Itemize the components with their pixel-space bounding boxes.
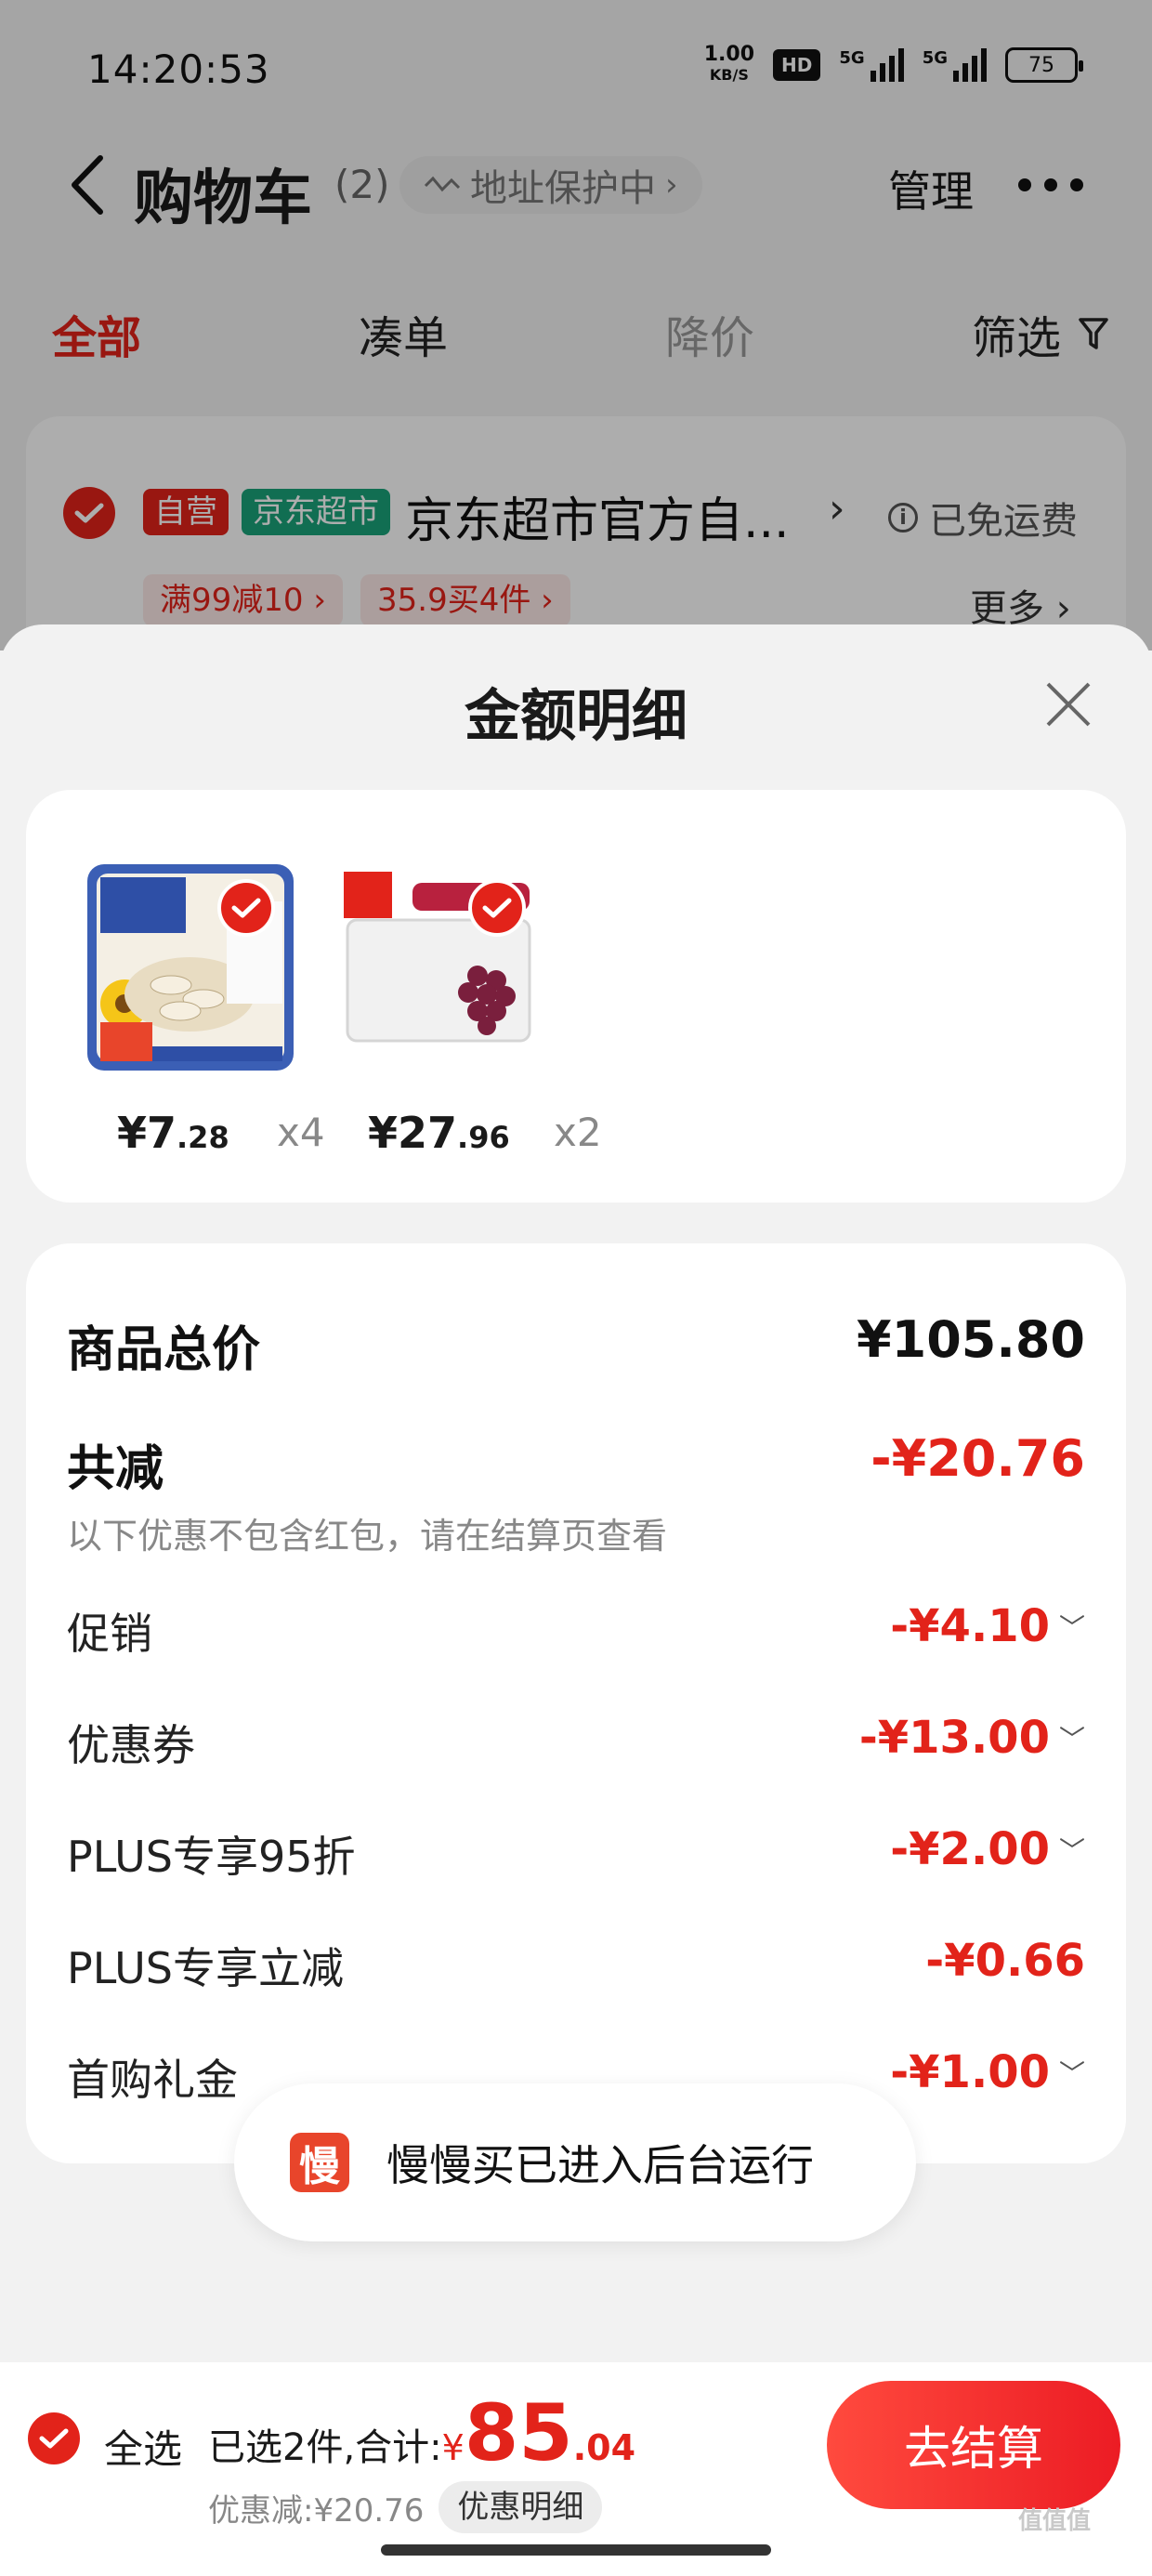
- product-selected-check: [217, 879, 275, 937]
- discount-row-plus-95[interactable]: -¥2.00 ﹀: [890, 1823, 1085, 1875]
- chevron-down-icon: ﹀: [1058, 1835, 1085, 1866]
- manmanmai-app-icon: 慢: [290, 2133, 349, 2192]
- product-card: ¥7.28 x4 ¥27.96 x2: [26, 790, 1126, 1203]
- product-selected-check: [468, 879, 526, 937]
- discount-amount-text: 优惠减:¥20.76: [208, 2491, 425, 2530]
- dim-overlay[interactable]: [0, 0, 1152, 651]
- reduction-note: 以下优惠不包含红包，请在结算页查看: [67, 1516, 668, 1557]
- sheet-title: 金额明细: [465, 684, 687, 749]
- discount-label: PLUS专享立减: [67, 1943, 344, 1993]
- home-indicator[interactable]: [381, 2544, 771, 2556]
- discount-detail-button[interactable]: 优惠明细: [439, 2481, 603, 2533]
- total-reduction-value: -¥20.76: [871, 1429, 1085, 1488]
- discount-label: 促销: [67, 1609, 152, 1659]
- check-icon: [482, 898, 512, 918]
- discount-row-plus-instant: -¥0.66: [925, 1935, 1085, 1987]
- total-integer: 85: [464, 2387, 573, 2478]
- chevron-down-icon: ﹀: [1058, 2058, 1085, 2089]
- product-price: ¥7.28: [117, 1108, 229, 1158]
- discount-row-coupon[interactable]: -¥13.00 ﹀: [859, 1712, 1085, 1764]
- discount-label: 优惠券: [67, 1720, 195, 1770]
- product-item[interactable]: ¥7.28 x4: [87, 790, 325, 1203]
- discount-row-promotion[interactable]: -¥4.10 ﹀: [890, 1600, 1085, 1652]
- discount-row-first-purchase[interactable]: -¥1.00 ﹀: [890, 2046, 1085, 2098]
- checkout-button[interactable]: 去结算: [827, 2381, 1120, 2509]
- total-currency: ¥: [441, 2427, 465, 2468]
- select-all-label[interactable]: 全选: [104, 2418, 182, 2475]
- check-icon: [39, 2428, 69, 2449]
- selected-count-text: 已选2件,合计:: [208, 2426, 442, 2469]
- toast-text: 慢慢买已进入后台运行: [386, 2140, 814, 2190]
- discount-label: PLUS专享95折: [67, 1832, 356, 1882]
- amount-detail-sheet: 金额明细 ¥7.28 x4 ¥27.96 x2 商品总价 ¥105.80 共减 …: [0, 624, 1152, 2576]
- total-reduction-label: 共减: [67, 1441, 164, 1497]
- check-icon: [231, 898, 261, 918]
- amount-breakdown-card: 商品总价 ¥105.80 共减 -¥20.76 以下优惠不包含红包，请在结算页查…: [26, 1243, 1126, 2163]
- goods-total-label: 商品总价: [67, 1322, 261, 1378]
- discount-label: 首购礼金: [67, 2055, 238, 2105]
- select-all-checkbox[interactable]: [28, 2412, 80, 2464]
- product-qty: x4: [277, 1110, 325, 1155]
- total-decimal: .04: [572, 2427, 636, 2468]
- discount-summary: 优惠减:¥20.76 优惠明细: [208, 2481, 603, 2533]
- watermark-logo: 值值值: [1018, 2507, 1092, 2535]
- product-item[interactable]: ¥27.96 x2: [338, 790, 602, 1203]
- close-icon[interactable]: [1042, 678, 1094, 730]
- background-running-toast: 慢 慢慢买已进入后台运行: [234, 2083, 916, 2241]
- product-qty: x2: [554, 1110, 602, 1155]
- chevron-down-icon: ﹀: [1058, 1612, 1085, 1643]
- chevron-down-icon: ﹀: [1058, 1724, 1085, 1755]
- selected-summary: 已选2件,合计: ¥ 85 .04: [208, 2394, 635, 2472]
- goods-total-value: ¥105.80: [857, 1310, 1085, 1369]
- product-price: ¥27.96: [368, 1108, 510, 1158]
